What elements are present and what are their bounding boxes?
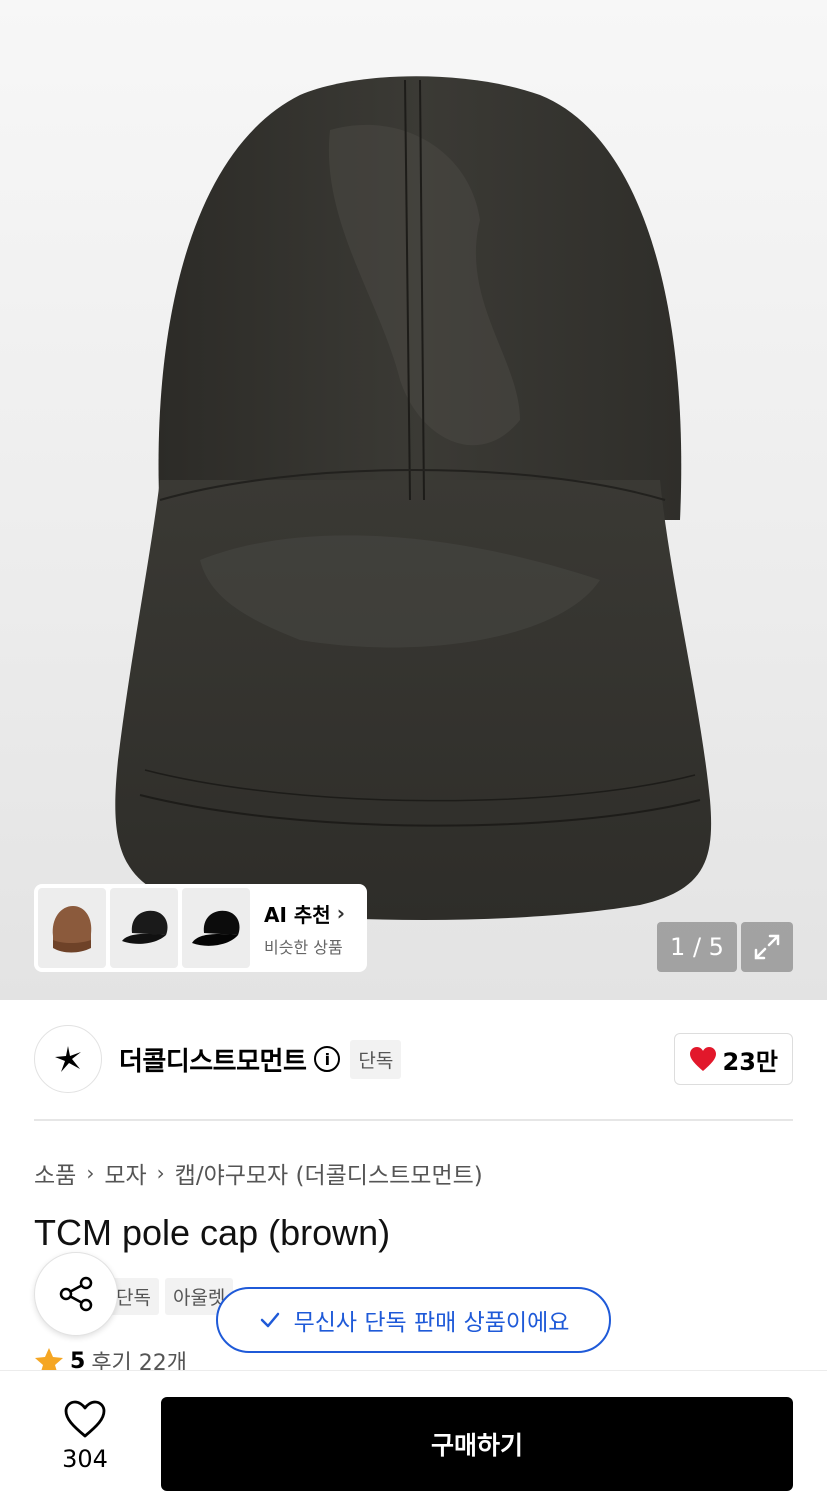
brand-logo[interactable] (34, 1025, 102, 1093)
bottom-action-bar: 304 구매하기 (0, 1370, 827, 1500)
recommend-thumb-1[interactable] (38, 888, 106, 968)
brand-star-logo-icon (55, 1046, 81, 1072)
image-counter: 1 / 5 (657, 922, 737, 972)
ai-recommend-subtitle: 비슷한 상품 (264, 937, 343, 957)
toast-message: 무신사 단독 판매 상품이에요 (293, 1310, 570, 1336)
brand-like-button[interactable]: 23만 (673, 1033, 793, 1085)
breadcrumb-item-2[interactable]: 모자 (104, 1156, 146, 1190)
product-image-gallery[interactable]: AI 추천 › 비슷한 상품 1 / 5 (0, 0, 827, 1000)
brand-name[interactable]: 더콜디스트모먼트 (119, 1041, 307, 1078)
recommend-thumb-3[interactable] (182, 888, 250, 968)
ai-recommend-strip[interactable]: AI 추천 › 비슷한 상품 (34, 884, 367, 972)
product-title: TCM pole cap (brown) (34, 1212, 391, 1253)
chevron-right-icon: › (86, 1161, 95, 1185)
heart-filled-icon (689, 1047, 716, 1071)
breadcrumb-item-1[interactable]: 소품 (34, 1156, 76, 1190)
recommend-thumb-2[interactable] (110, 888, 178, 968)
chevron-right-icon: › (336, 901, 345, 925)
brand-row: 더콜디스트모먼트 i 단독 23만 (34, 1024, 793, 1094)
expand-button[interactable] (741, 922, 793, 972)
chevron-right-icon: › (156, 1161, 165, 1185)
breadcrumb: 소품 › 모자 › 캡/야구모자 (더콜디스트모먼트) (34, 1156, 483, 1190)
check-icon (260, 1312, 279, 1328)
wish-count: 304 (62, 1445, 108, 1473)
product-tags: 단독 아울렛 (108, 1278, 234, 1315)
exclusive-badge: 단독 (350, 1039, 402, 1079)
wish-button[interactable]: 304 (40, 1399, 130, 1473)
breadcrumb-item-3[interactable]: 캡/야구모자 (더콜디스트모먼트) (175, 1156, 483, 1190)
share-icon (59, 1276, 93, 1312)
black-cap-icon (122, 910, 168, 944)
ai-recommend-text[interactable]: AI 추천 › 비슷한 상품 (264, 899, 345, 958)
product-image (115, 76, 712, 920)
heart-outline-icon (64, 1400, 106, 1438)
ai-recommend-title-row: AI 추천 › (264, 899, 345, 928)
brown-cap-icon (52, 906, 92, 953)
ai-recommend-title: AI 추천 (264, 902, 331, 927)
buy-button[interactable]: 구매하기 (161, 1397, 793, 1491)
black-cap-icon (192, 910, 240, 946)
share-button[interactable] (34, 1252, 118, 1336)
brand-like-count: 23만 (722, 1047, 778, 1076)
info-icon[interactable]: i (314, 1046, 341, 1072)
exclusive-toast: 무신사 단독 판매 상품이에요 (216, 1287, 611, 1353)
expand-icon (754, 934, 780, 960)
divider (34, 1119, 793, 1121)
